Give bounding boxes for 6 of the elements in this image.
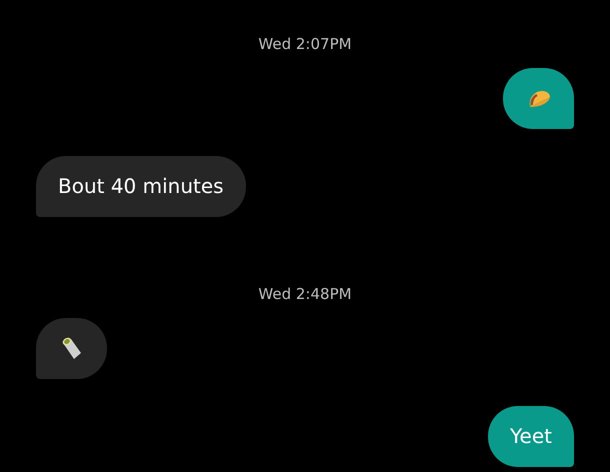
timestamp: Wed 2:48PM — [258, 284, 352, 304]
taco-icon — [526, 88, 550, 108]
burrito-icon — [60, 336, 82, 360]
timestamp: Wed 2:07PM — [258, 34, 352, 54]
received-message-bubble: Bout 40 minutes — [36, 156, 246, 217]
sent-message-bubble: Yeet — [488, 406, 574, 467]
